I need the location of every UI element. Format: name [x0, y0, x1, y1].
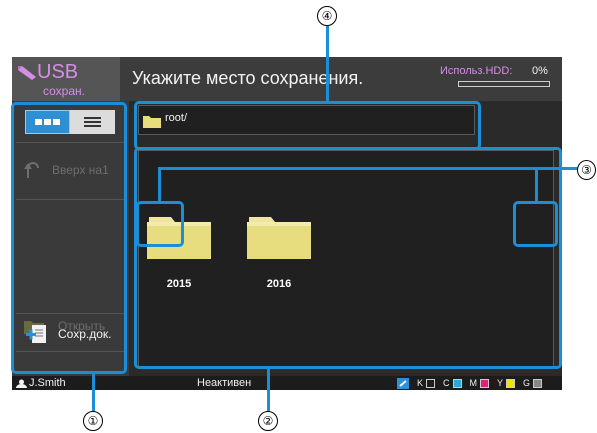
list-icon	[84, 121, 101, 123]
app-tile: USB сохран.	[12, 57, 120, 101]
callout-4-line	[325, 26, 329, 102]
divider	[16, 142, 125, 143]
folder-icon	[147, 217, 211, 259]
callout-1-line	[91, 373, 95, 412]
callout-3: ③	[577, 160, 596, 180]
hdd-usage-bar	[458, 81, 550, 87]
ink-levels: K C M Y G	[397, 377, 543, 389]
folder-item[interactable]: 2016	[247, 214, 311, 290]
callout-4: ④	[317, 6, 337, 26]
view-toggle	[25, 110, 115, 134]
ink-c-level	[452, 378, 462, 388]
user-name: J.Smith	[29, 377, 66, 389]
save-document-label: Сохр.док.	[58, 327, 112, 341]
folder-icon	[143, 116, 161, 128]
path-bar: root/	[138, 105, 475, 135]
save-document-button[interactable]: Сохр.док.	[16, 317, 127, 351]
ink-g-level	[533, 378, 543, 388]
callout-3-line-left	[158, 167, 161, 204]
ink-k-level	[426, 378, 436, 388]
grid-icon	[53, 119, 60, 125]
grid-icon	[35, 119, 42, 125]
divider	[16, 199, 125, 200]
ink-y-label: Y	[497, 378, 504, 388]
divider	[16, 313, 125, 314]
status-bar: J.Smith Неактивен K C M Y G	[12, 376, 562, 390]
path-text: root/	[165, 112, 188, 124]
list-view-button[interactable]	[70, 110, 115, 134]
up-arrow-icon	[24, 162, 39, 178]
ink-link-icon	[397, 377, 409, 389]
up-one-level-label: Вверх на1	[52, 163, 109, 177]
app-subtitle: сохран.	[43, 84, 85, 98]
hdd-usage-value: 0%	[532, 65, 548, 77]
ink-g-label: G	[523, 378, 531, 388]
callout-3-line-right	[535, 167, 538, 204]
callout-2: ②	[258, 411, 278, 431]
save-document-icon	[26, 325, 46, 343]
ink-k-label: K	[417, 378, 424, 388]
pen-icon	[18, 66, 36, 80]
sidebar: Вверх на1 Открыть Сохр.док.	[12, 101, 129, 376]
folder-name: 2016	[266, 278, 292, 290]
ink-y-level	[506, 378, 516, 388]
up-one-level-button[interactable]: Вверх на1	[16, 145, 127, 195]
file-area: 2015 2016	[138, 150, 554, 369]
top-bar: USB сохран. Укажите место сохранения. Ис…	[12, 57, 562, 101]
status-text: Неактивен	[197, 377, 252, 389]
callout-2-line	[266, 368, 270, 412]
callout-1: ①	[83, 411, 103, 431]
grid-view-button[interactable]	[25, 110, 70, 134]
app-title: USB	[37, 61, 79, 83]
folder-name: 2015	[166, 278, 192, 290]
ink-m-label: M	[469, 378, 478, 388]
hdd-usage-label: Использ.HDD:	[440, 65, 513, 77]
folder-icon	[247, 217, 311, 259]
folder-item[interactable]: 2015	[147, 214, 211, 290]
instruction-text: Укажите место сохранения.	[132, 68, 364, 88]
callout-3-line	[158, 167, 578, 170]
screen: USB сохран. Укажите место сохранения. Ис…	[12, 57, 562, 390]
ink-m-level	[480, 378, 490, 388]
grid-icon	[44, 119, 51, 125]
ink-c-label: C	[443, 378, 450, 388]
user-icon	[16, 379, 27, 388]
divider	[16, 351, 125, 352]
list-icon	[84, 125, 101, 127]
list-icon	[84, 117, 101, 119]
